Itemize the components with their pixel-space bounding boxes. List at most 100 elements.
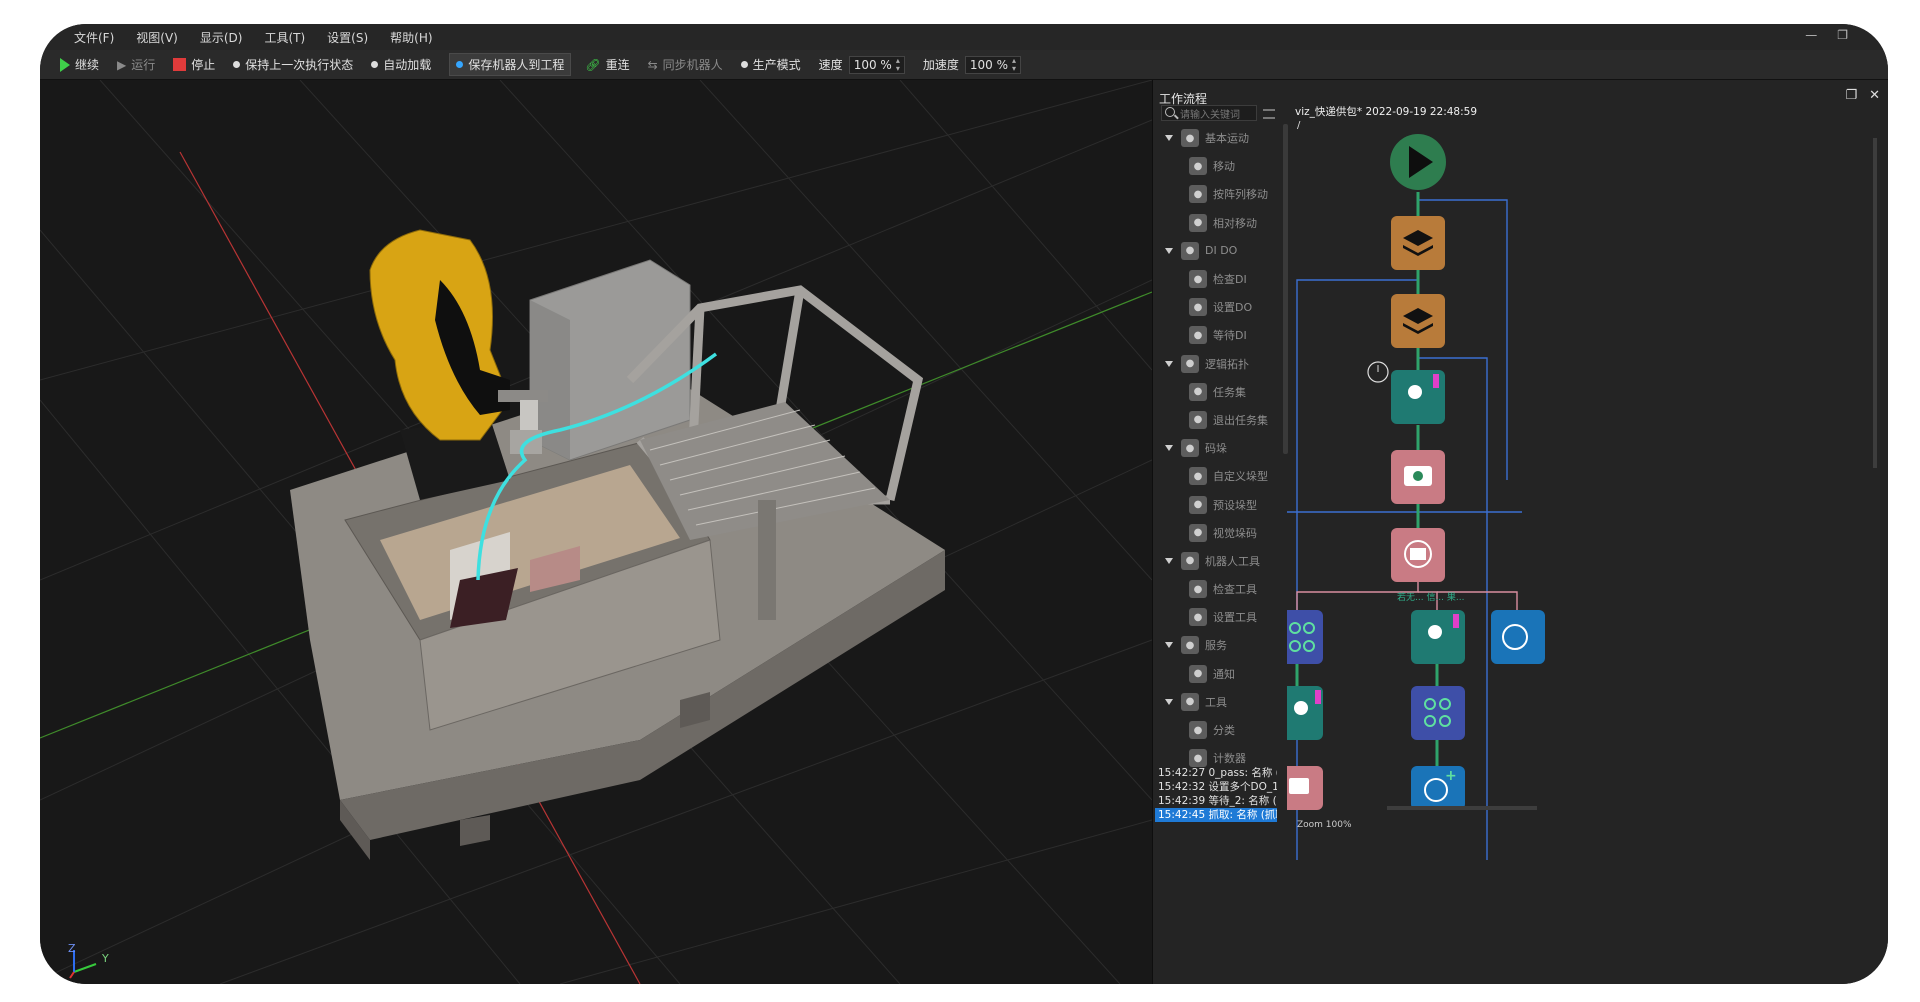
tree-step[interactable]: ● 通知 bbox=[1159, 660, 1277, 688]
task-set-node[interactable] bbox=[1391, 216, 1445, 270]
tree-category[interactable]: ● 服务 bbox=[1159, 631, 1277, 659]
tree-item-label: 机器人工具 bbox=[1205, 554, 1260, 568]
tree-step[interactable]: ● 任务集 bbox=[1159, 378, 1277, 406]
restore-icon[interactable]: ❐ bbox=[1837, 28, 1848, 42]
axis-gizmo: Y Z bbox=[66, 930, 126, 980]
photo-node[interactable] bbox=[1287, 766, 1323, 810]
tree-step[interactable]: ● 预设垛型 bbox=[1159, 490, 1277, 518]
add-timer-node[interactable]: + bbox=[1411, 766, 1465, 810]
circle-icon: ● bbox=[1189, 270, 1207, 289]
chevron-down-icon[interactable] bbox=[1165, 247, 1173, 254]
tree-item-label: 通知 bbox=[1213, 667, 1235, 681]
chevron-down-icon[interactable] bbox=[1165, 360, 1173, 367]
tree-item-label: 检查工具 bbox=[1213, 583, 1257, 597]
log-line: 15:42:32 设置多个DO_1: 名 bbox=[1158, 781, 1277, 793]
gripper-icon: ● bbox=[1189, 580, 1207, 599]
tree-category[interactable]: ● 工具 bbox=[1159, 688, 1277, 716]
dots-node[interactable] bbox=[1411, 686, 1465, 740]
task-set-node[interactable] bbox=[1391, 294, 1445, 348]
acceleration-control: 加速度 100 % ▴ ▾ bbox=[923, 55, 1021, 74]
production-mode-toggle[interactable]: 生产模式 bbox=[740, 56, 801, 73]
tree-step[interactable]: ● 等待DI bbox=[1159, 321, 1277, 349]
wait-node[interactable] bbox=[1491, 610, 1545, 664]
tree-category[interactable]: ● DI DO bbox=[1159, 237, 1277, 265]
start-node[interactable] bbox=[1390, 134, 1446, 190]
tree-step[interactable]: ● 视觉垛码 bbox=[1159, 519, 1277, 547]
chevron-down-icon[interactable] bbox=[1165, 557, 1173, 564]
grid-icon: ● bbox=[1189, 467, 1207, 486]
minimize-icon[interactable]: — bbox=[1805, 28, 1817, 42]
layers-icon: ● bbox=[1181, 354, 1199, 373]
spin-arrows-icon[interactable]: ▴ ▾ bbox=[896, 56, 900, 73]
tree-category[interactable]: ● 基本运动 bbox=[1159, 124, 1277, 152]
tree-item-label: 设置工具 bbox=[1213, 611, 1257, 625]
timer-marker-icon[interactable] bbox=[1367, 361, 1389, 383]
flow-horizontal-scrollbar[interactable] bbox=[1387, 806, 1537, 810]
continue-button[interactable]: 继续 bbox=[60, 56, 99, 73]
flow-canvas[interactable]: viz_快递供包* 2022-09-19 22:48:59 / 若无... 信.… bbox=[1287, 80, 1888, 984]
tree-step[interactable]: ● 移动 bbox=[1159, 152, 1277, 180]
reconnect-button[interactable]: 🔗︎ 重连 bbox=[585, 56, 629, 73]
chevron-down-icon[interactable] bbox=[1165, 445, 1173, 452]
tree-step[interactable]: ● 设置工具 bbox=[1159, 603, 1277, 631]
run-button[interactable]: ▶ 运行 bbox=[117, 56, 155, 73]
tree-step[interactable]: ● 按阵列移动 bbox=[1159, 180, 1277, 208]
search-input[interactable]: 请输入关键词 bbox=[1161, 105, 1257, 121]
link-icon: 🔗︎ bbox=[585, 57, 601, 72]
pin-icon: ● bbox=[1189, 185, 1207, 204]
menu-tools[interactable]: 工具(T) bbox=[264, 29, 305, 46]
tree-item-label: 退出任务集 bbox=[1213, 413, 1268, 427]
chevron-down-icon[interactable] bbox=[1165, 642, 1173, 649]
counter-icon: ● bbox=[1189, 749, 1207, 768]
save-robot-toggle[interactable]: 保存机器人到工程 bbox=[449, 53, 572, 76]
move-node[interactable] bbox=[1411, 610, 1465, 664]
menu-display[interactable]: 显示(D) bbox=[200, 29, 243, 46]
tree-item-label: 自定义垛型 bbox=[1213, 470, 1268, 484]
tree-category[interactable]: ● 逻辑拓扑 bbox=[1159, 350, 1277, 378]
keep-last-state-toggle[interactable]: 保持上一次执行状态 bbox=[233, 56, 353, 73]
tree-category[interactable]: ● 码垛 bbox=[1159, 434, 1277, 462]
tree-item-label: 逻辑拓扑 bbox=[1205, 357, 1249, 371]
menu-view[interactable]: 视图(V) bbox=[136, 29, 178, 46]
tree-step[interactable]: ● 检查工具 bbox=[1159, 575, 1277, 603]
dots-node[interactable] bbox=[1287, 610, 1323, 664]
sync-robot-button[interactable]: ⇆ 同步机器人 bbox=[648, 56, 723, 73]
speed-spinbox[interactable]: 100 % ▴ ▾ bbox=[848, 55, 905, 74]
chevron-down-icon[interactable] bbox=[1165, 135, 1173, 142]
tree-step[interactable]: ● 设置DO bbox=[1159, 293, 1277, 321]
3d-viewport[interactable]: Y Z bbox=[40, 80, 1152, 984]
grid-icon: ● bbox=[1181, 439, 1199, 458]
pin-icon: ● bbox=[1189, 157, 1207, 176]
flow-vertical-scrollbar[interactable] bbox=[1873, 138, 1877, 468]
gripper-icon: ● bbox=[1181, 551, 1199, 570]
tree-step[interactable]: ● 检查DI bbox=[1159, 265, 1277, 293]
capture-image-node[interactable] bbox=[1391, 450, 1445, 504]
axis-z-label: Z bbox=[68, 942, 76, 955]
vision-process-node[interactable] bbox=[1391, 528, 1445, 582]
tree-step[interactable]: ● 相对移动 bbox=[1159, 209, 1277, 237]
menu-help[interactable]: 帮助(H) bbox=[390, 29, 432, 46]
tree-item-label: 任务集 bbox=[1213, 385, 1246, 399]
tree-step[interactable]: ● 退出任务集 bbox=[1159, 406, 1277, 434]
tree-step[interactable]: ● 分类 bbox=[1159, 716, 1277, 744]
move-node[interactable] bbox=[1391, 370, 1445, 424]
tree-category[interactable]: ● 机器人工具 bbox=[1159, 547, 1277, 575]
menu-file[interactable]: 文件(F) bbox=[74, 29, 114, 46]
menu-settings[interactable]: 设置(S) bbox=[327, 29, 368, 46]
log-line-selected[interactable]: 15:42:45 抓取: 名称 (抓取 - bbox=[1155, 808, 1277, 822]
relative-move-node[interactable] bbox=[1287, 686, 1323, 740]
step-library-tree: ● 基本运动 ● 移动 ● 按阵列移动 ● 相对移动 ● DI DO ● 检查DI ● 设置DO ● 等待DI… bbox=[1159, 124, 1277, 770]
tree-item-label: 基本运动 bbox=[1205, 132, 1249, 146]
chevron-down-icon[interactable] bbox=[1165, 698, 1173, 705]
spin-arrows-icon[interactable]: ▴ ▾ bbox=[1012, 56, 1016, 73]
auto-load-toggle[interactable]: 自动加载 bbox=[371, 56, 431, 73]
acceleration-spinbox[interactable]: 100 % ▴ ▾ bbox=[964, 55, 1021, 74]
grid-icon: ● bbox=[1189, 495, 1207, 514]
tree-step[interactable]: ● 自定义垛型 bbox=[1159, 462, 1277, 490]
log-output: 15:42:27 0_pass: 名称 (0_p 15:42:32 设置多个DO… bbox=[1155, 766, 1277, 826]
list-view-icon[interactable] bbox=[1263, 109, 1275, 119]
grid-icon: ● bbox=[1189, 523, 1207, 542]
axis-y-label: Y bbox=[102, 952, 109, 965]
workflow-panel: 工作流程 ❐ ✕ 请输入关键词 ● 基本运动 ● 移动 ● 按阵列移动 ● 相对移动 ● DI D… bbox=[1152, 80, 1888, 984]
stop-button[interactable]: 停止 bbox=[173, 56, 215, 73]
